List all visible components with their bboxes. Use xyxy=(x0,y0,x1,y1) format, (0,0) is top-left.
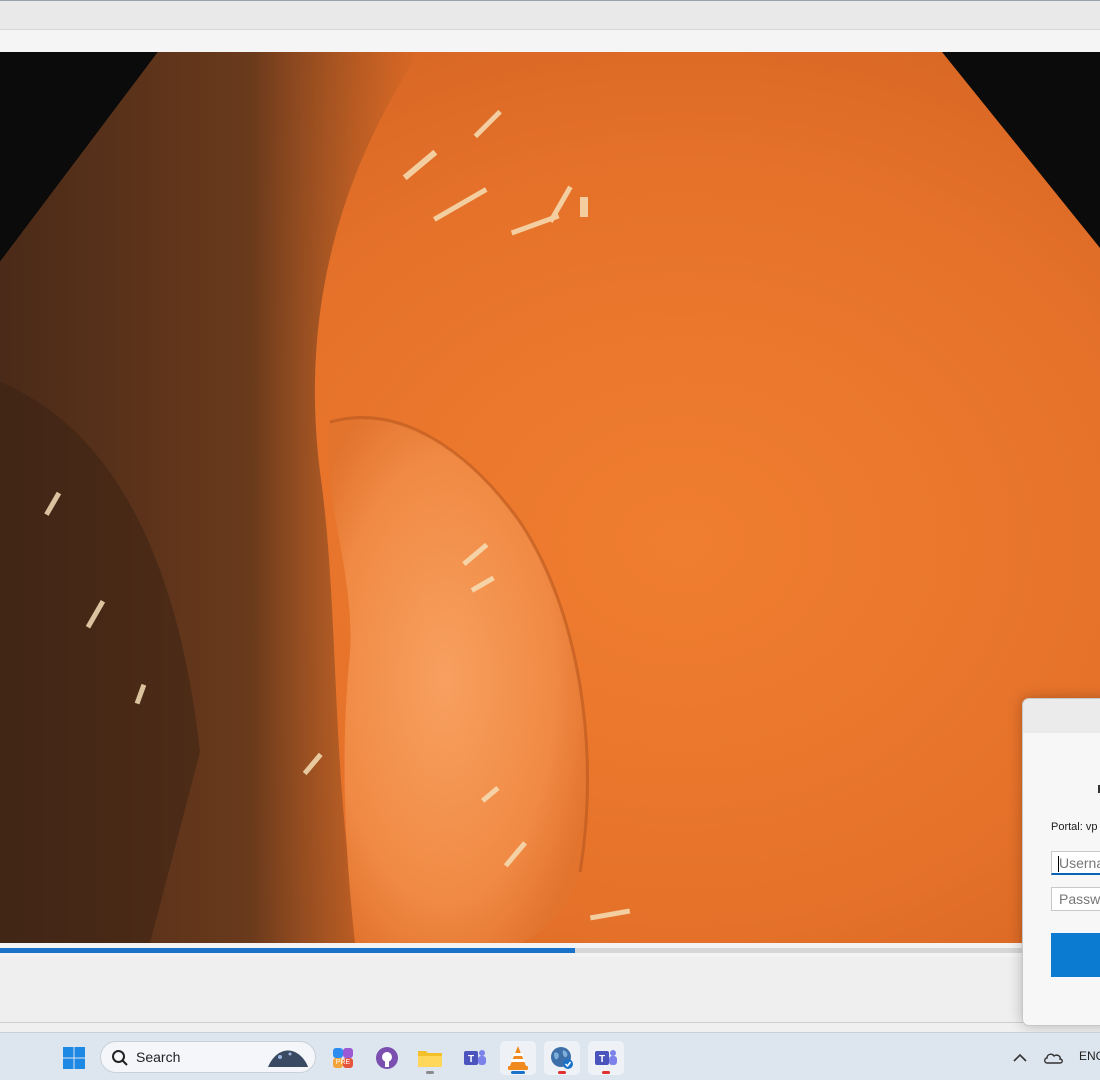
text-caret xyxy=(1058,856,1059,872)
search-highlight-art-icon xyxy=(268,1050,308,1067)
endoscopy-video-image xyxy=(0,52,1100,943)
vlc-icon[interactable] xyxy=(500,1041,536,1075)
svg-text:PRE: PRE xyxy=(336,1059,351,1066)
running-indicator xyxy=(426,1071,434,1074)
svg-text:T: T xyxy=(599,1054,605,1065)
seek-bar-progress xyxy=(0,948,576,953)
sign-in-button[interactable] xyxy=(1051,933,1100,977)
window-titlebar xyxy=(0,0,1100,30)
chevron-up-icon[interactable] xyxy=(1003,1041,1037,1075)
github-icon[interactable] xyxy=(369,1041,405,1075)
copilot-icon[interactable]: PRE xyxy=(325,1041,361,1075)
attention-indicator xyxy=(602,1071,610,1074)
vpn-globe-icon[interactable] xyxy=(544,1041,580,1075)
vpn-login-dialog: Portal: vp Userna Passwo xyxy=(1022,698,1100,1026)
video-frame[interactable] xyxy=(0,52,1100,943)
search-placeholder: Search xyxy=(136,1049,181,1065)
username-placeholder: Userna xyxy=(1059,855,1100,871)
dialog-titlebar xyxy=(1023,699,1100,733)
taskbar: Search PRE T T ENG xyxy=(0,1032,1100,1080)
window-toolbar xyxy=(0,30,1100,52)
teams-icon[interactable]: T xyxy=(588,1041,624,1075)
file-explorer-icon[interactable] xyxy=(412,1041,448,1075)
username-field[interactable]: Userna xyxy=(1051,851,1100,875)
search-icon xyxy=(112,1050,128,1066)
onedrive-icon[interactable] xyxy=(1036,1041,1070,1075)
portal-label: Portal: vp xyxy=(1051,821,1098,833)
password-placeholder: Passwo xyxy=(1059,891,1100,907)
language-indicator[interactable]: ENG xyxy=(1079,1049,1100,1063)
active-indicator xyxy=(511,1071,525,1074)
taskbar-search[interactable]: Search xyxy=(100,1041,316,1073)
attention-indicator xyxy=(558,1071,566,1074)
windows-start-icon[interactable] xyxy=(56,1041,92,1075)
svg-text:T: T xyxy=(468,1054,474,1065)
player-controls-area xyxy=(0,957,1100,1023)
teams-icon[interactable]: T xyxy=(457,1041,493,1075)
seek-bar[interactable] xyxy=(0,943,1100,957)
password-field[interactable]: Passwo xyxy=(1051,887,1100,911)
